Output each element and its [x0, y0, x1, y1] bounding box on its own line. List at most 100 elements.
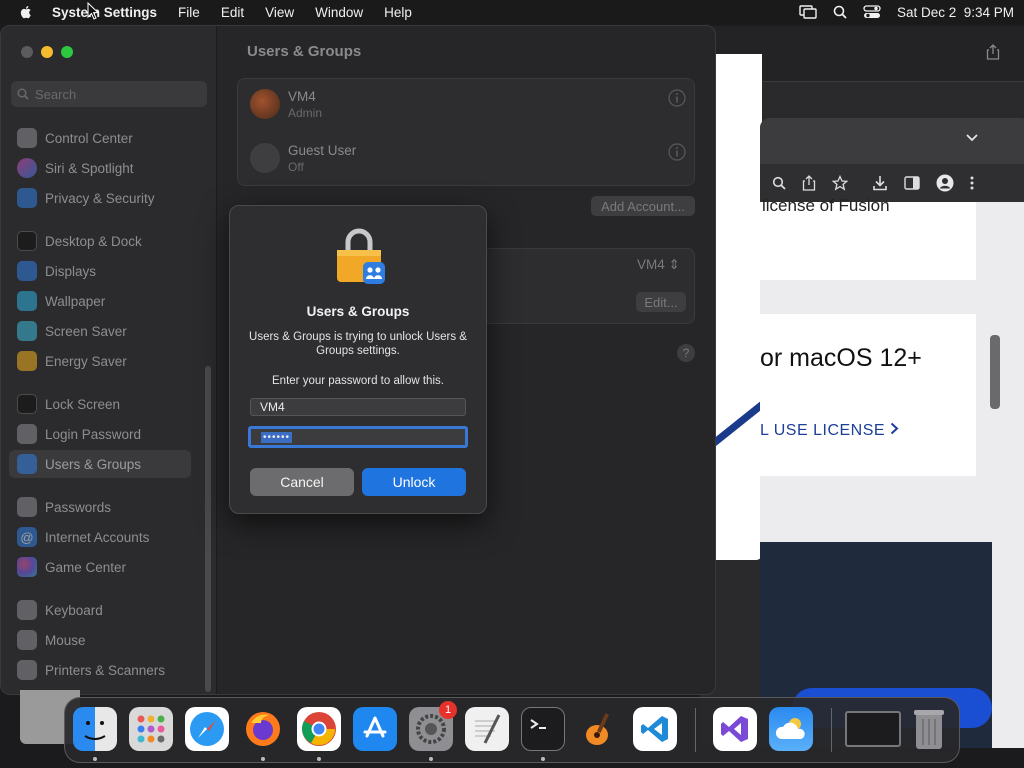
profile-icon[interactable]: [936, 174, 954, 192]
sidebar-item-label: Energy Saver: [45, 353, 127, 369]
chevron-updown-icon: ⇕: [668, 257, 680, 272]
menu-help[interactable]: Help: [384, 5, 412, 20]
account-name: Guest User: [288, 143, 357, 158]
chevron-right-icon: [890, 422, 899, 435]
sidebar-item-mouse[interactable]: Mouse: [9, 626, 191, 654]
card-heading: or macOS 12+: [760, 344, 922, 372]
avatar: [250, 143, 280, 173]
sidebar-item-displays[interactable]: Displays: [9, 257, 191, 285]
terminal-icon[interactable]: [521, 707, 565, 751]
sidebar-item-label: Login Password: [45, 426, 142, 442]
screensaver-icon: [17, 321, 37, 341]
sidebar-item-siri-spotlight[interactable]: Siri & Spotlight: [9, 154, 191, 182]
edit-button[interactable]: Edit...: [636, 292, 686, 312]
wallpaper-icon: [17, 291, 37, 311]
sidebar-item-keyboard[interactable]: Keyboard: [9, 596, 191, 624]
menu-file[interactable]: File: [178, 5, 200, 20]
running-indicator: [93, 757, 97, 761]
sidebar-item-lock-screen[interactable]: Lock Screen: [9, 390, 191, 418]
page-title: Users & Groups: [247, 43, 362, 60]
chevron-down-icon[interactable]: [966, 134, 978, 142]
siri-icon: [17, 158, 37, 178]
key-icon: [17, 424, 37, 444]
sidebar-item-desktop-dock[interactable]: Desktop & Dock: [9, 227, 191, 255]
share-icon[interactable]: [986, 44, 1000, 60]
screen-mirroring-icon[interactable]: [799, 5, 817, 19]
sidebar-item-label: Control Center: [45, 130, 133, 146]
bookmark-star-icon[interactable]: [832, 175, 848, 191]
menubar-clock[interactable]: Sat Dec 2 9:34 PM: [897, 5, 1014, 20]
menu-view[interactable]: View: [265, 5, 294, 20]
finder-icon[interactable]: [73, 707, 117, 751]
more-menu-icon[interactable]: [970, 176, 974, 190]
lightbulb-icon: [17, 351, 37, 371]
sidebar-item-login-password[interactable]: Login Password: [9, 420, 191, 448]
sidebar-item-energy-saver[interactable]: Energy Saver: [9, 347, 191, 375]
sidebar-item-control-center[interactable]: Control Center: [9, 124, 191, 152]
dialog-prompt: Enter your password to allow this.: [272, 375, 444, 387]
minimize-button[interactable]: [41, 46, 53, 58]
account-role: Off: [288, 160, 304, 174]
trash-icon[interactable]: [907, 707, 951, 751]
password-field[interactable]: ••••••: [248, 426, 468, 448]
app-menu[interactable]: System Settings: [52, 5, 157, 20]
lock-icon: [17, 394, 37, 414]
users-icon: [17, 454, 37, 474]
textedit-icon[interactable]: [465, 707, 509, 751]
search-icon[interactable]: [772, 176, 786, 190]
browser-page-edge: [716, 54, 762, 560]
menu-window[interactable]: Window: [315, 5, 363, 20]
sidebar-item-game-center[interactable]: Game Center: [9, 553, 191, 581]
sidebar-toggle-icon[interactable]: [904, 176, 920, 190]
running-indicator: [317, 757, 321, 761]
sidebar-item-label: Printers & Scanners: [45, 662, 166, 678]
weather-icon[interactable]: [769, 707, 813, 751]
safari-icon[interactable]: [185, 707, 229, 751]
dock-separator: [831, 708, 832, 752]
sidebar-scrollbar[interactable]: [205, 366, 211, 692]
close-button[interactable]: [21, 46, 33, 58]
sidebar-item-printers-scanners[interactable]: Printers & Scanners: [9, 656, 191, 684]
username-field[interactable]: VM4: [250, 398, 466, 416]
sidebar-item-internet-accounts[interactable]: @ Internet Accounts: [9, 523, 191, 551]
game-center-icon: [17, 557, 37, 577]
list-item[interactable]: VM4 Admin: [238, 79, 696, 133]
zoom-button[interactable]: [61, 46, 73, 58]
cancel-button[interactable]: Cancel: [250, 468, 354, 496]
system-settings-icon[interactable]: 1: [409, 701, 457, 751]
firefox-icon[interactable]: [241, 707, 285, 751]
unlock-button[interactable]: Unlock: [362, 468, 466, 496]
help-button[interactable]: ?: [677, 344, 695, 362]
sidebar-item-passwords[interactable]: Passwords: [9, 493, 191, 521]
dialog-title: Users & Groups: [306, 304, 410, 319]
window-thumbnail-icon[interactable]: [845, 711, 901, 747]
info-icon[interactable]: [668, 89, 686, 107]
spotlight-search-icon[interactable]: [833, 5, 847, 19]
add-account-button[interactable]: Add Account...: [591, 196, 695, 216]
launchpad-icon[interactable]: [129, 707, 173, 751]
browser-scrollbar[interactable]: [990, 335, 1000, 409]
info-icon[interactable]: [668, 143, 686, 161]
apple-menu-icon[interactable]: [18, 4, 34, 20]
app-store-icon[interactable]: [353, 707, 397, 751]
running-indicator: [261, 757, 265, 761]
download-icon[interactable]: [872, 175, 888, 191]
share-icon[interactable]: [802, 175, 816, 191]
sidebar-item-wallpaper[interactable]: Wallpaper: [9, 287, 191, 315]
chrome-window: license of Fusion or macOS 12+ L USE LIC…: [760, 118, 1024, 748]
list-item[interactable]: Guest User Off: [238, 133, 696, 187]
auto-login-select[interactable]: VM4 ⇕: [637, 257, 680, 273]
passwords-icon: [17, 497, 37, 517]
vscode-icon[interactable]: [633, 707, 677, 751]
visual-studio-icon[interactable]: [713, 707, 757, 751]
chrome-icon[interactable]: [297, 707, 341, 751]
sidebar-item-screen-saver[interactable]: Screen Saver: [9, 317, 191, 345]
license-link[interactable]: L USE LICENSE: [760, 422, 899, 440]
sidebar-item-privacy-security[interactable]: Privacy & Security: [9, 184, 191, 212]
sidebar-search-field[interactable]: Search: [11, 81, 207, 107]
menu-edit[interactable]: Edit: [221, 5, 244, 20]
sidebar-item-label: Mouse: [45, 632, 86, 648]
garageband-icon[interactable]: [577, 707, 621, 751]
sidebar-item-users-groups[interactable]: Users & Groups: [9, 450, 191, 478]
control-center-icon[interactable]: [863, 5, 881, 19]
